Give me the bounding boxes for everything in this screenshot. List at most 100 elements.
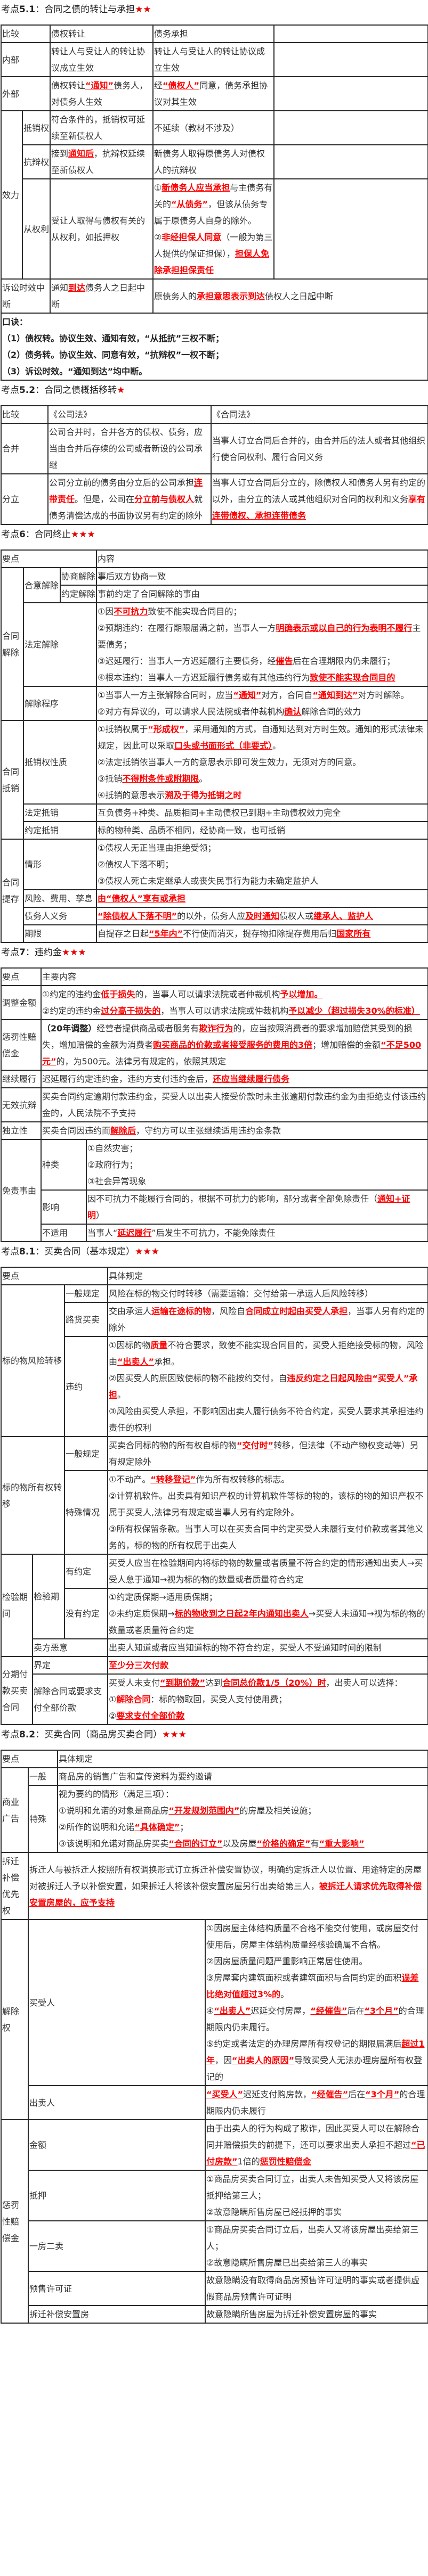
table-cell: 买受人未支付“到期价款”达到合同总价款1/5（20%）时，出卖人可以选择： ①解除…: [107, 1673, 428, 1725]
highlight-text: “通知到达”: [312, 690, 358, 700]
plain-text: ①商品房买卖合同订立，出卖人未告知买受人又将该房屋抵押给第三人；: [206, 2174, 419, 2201]
text-line: ①因不可抗力致使不能实现合同目的；: [98, 603, 427, 620]
plain-text: 免责事由: [2, 1185, 37, 1196]
plain-text: 买卖合同标的物的所有权自标的物: [109, 1440, 237, 1450]
table-cell: 没有约定: [63, 1588, 109, 1639]
text-line: 合并: [2, 440, 47, 457]
plain-text: ①商品房买卖合同订立后，出卖人又将该房屋出卖给第三人；: [206, 2225, 419, 2251]
table-cell: 分期付款买卖合同: [1, 1656, 33, 1725]
plain-text: 后在: [347, 2006, 365, 2016]
plain-text: ②约定的违约金: [42, 1006, 101, 1016]
plain-text: 不行使而消灭，提存物扣除提存费用后归: [183, 929, 337, 939]
text-line: 事前约定了合同解除的事由: [98, 586, 427, 602]
text-line: 标的物风险转移: [2, 1352, 63, 1369]
table-cell: [273, 76, 428, 111]
text-line: 特殊: [29, 1811, 56, 1827]
text-line: ②要求支付全部价款: [109, 1708, 427, 1724]
text-line: 标的物种类、品质不相同，经协商一致，也可抵销: [98, 822, 427, 839]
text-line: 公司合并时，合并各方的债权、债务，应当由合并后存续的公司或者新设的公司承继: [49, 424, 210, 473]
highlight-text: 欺诈行为: [199, 1023, 233, 1033]
plain-text: ②因房屋质量问题严重影响正常居住使用。: [206, 1956, 368, 1966]
plain-text: 的以外，债务人应: [177, 911, 246, 921]
text-line: 特殊情况: [66, 1504, 107, 1521]
plain-text: 标的物所有权转移: [2, 1482, 62, 1509]
table-cell: 抗辩权: [21, 144, 51, 179]
text-line: 接到通知后，抗辩权延续至新债权人: [51, 145, 152, 178]
table-cell: 交由承运人运输在途标的物，风险自合同成立时起由买受人承担，当事人另有约定的除外: [107, 1302, 428, 1337]
table-cell: 一房二卖: [27, 2220, 206, 2272]
text-line: ②所作的说明和允诺“具体确定”；: [59, 1819, 427, 1835]
table-cell: 商业广告: [1, 1767, 29, 1853]
plain-text: ①说明和允诺的对象是商品房: [59, 1806, 169, 1816]
section-table: 要点 具体规定 商业广告 一般 商品房的销售广告和宣传资料为要约邀请 特殊 视为要约的情形（…: [0, 1750, 428, 2324]
table-row: 不适用 当事人“延迟履行”后发生不可抗力，不能免除责任: [1, 1224, 428, 1242]
table-cell: 抵销权: [21, 110, 51, 145]
plain-text: 以及房屋: [222, 1839, 257, 1849]
plain-text: 公司合并时，合并各方的债权、债务，应当由合并后存续的公司或者新设的公司承继: [49, 427, 203, 470]
table-cell: 情形: [22, 839, 98, 890]
plain-text: 要点: [2, 1271, 20, 1281]
highlight-text: 确认: [284, 707, 302, 717]
plain-text: 买受人未支付: [109, 1678, 160, 1688]
plain-text: ②法定抵销依当事人一方的意思表示即可发生效力，无须对方的同意。: [98, 757, 361, 767]
highlight-text: 解除后: [110, 1126, 136, 1136]
heading-number: 7: [19, 947, 26, 958]
bold-text: （20年调整）: [42, 1023, 97, 1033]
text-line: ②因买受人的原因致使标的物不能按约交付，自违反约定之日起风险由“买受人”承担。: [109, 1370, 427, 1403]
table-cell: 法定抵销: [22, 803, 98, 822]
header-cell: 具体规定: [57, 1750, 428, 1768]
text-line: 故意隐瞒没有取得商品房预售许可证明的事实或者提供虚假商品房预售许可证明: [206, 2272, 427, 2305]
table-cell: 一般规定: [63, 1284, 109, 1303]
plain-text: 一般: [29, 1771, 47, 1782]
table-cell: 从权利: [21, 178, 51, 280]
plain-text: 法定解除: [25, 639, 59, 650]
text-line: ③社会异常现象: [87, 1173, 427, 1189]
plain-text: 抵销权性质: [25, 757, 68, 767]
text-line: 路货买卖: [66, 1311, 107, 1328]
heading-label: 考点: [1, 529, 19, 540]
text-line: 债权转让: [51, 26, 152, 42]
text-line: 抵押: [29, 2187, 204, 2204]
plain-text: ①约定的违约金: [42, 989, 101, 999]
highlight-text: 不可抗力: [114, 606, 148, 617]
plain-text: ②对方有异议的，可以请求人民法院或者仲裁机构: [98, 707, 285, 717]
text-line: （2）债务转。协议生效、同意有效，“抗辩权”一权不断；: [2, 347, 427, 363]
plain-text: 抵销权: [23, 122, 50, 133]
text-line: 期限: [25, 925, 95, 942]
heading-label: 考点: [1, 947, 19, 958]
text-line: ②因房屋质量问题严重影响正常居住使用。: [206, 1953, 427, 1970]
text-line: （1）债权转。协议生效、通知有效，“从抵抗”三权不断；: [2, 330, 427, 347]
table-cell: 外部: [0, 76, 51, 111]
table-cell: 拆迁补偿安置房: [27, 2305, 206, 2324]
plain-text: 有: [310, 1839, 319, 1849]
highlight-text: 明确表示或以自己的行为表明不履行: [276, 623, 413, 633]
highlight-text: “出卖人的原因”: [232, 2055, 295, 2065]
plain-text: ，因: [215, 2055, 232, 2065]
plain-text: 达到: [205, 1678, 223, 1688]
text-line: 诉讼时效中断: [2, 280, 49, 313]
text-line: ②非经担保人同意（一般为第三人提供的保证担保），担保人免除承担担保责任: [154, 229, 273, 278]
section-table: 比较 债权转让 债务承担 内部 转让人与受让人的转让协议成立生效 转让人与受让人的转让协议…: [0, 24, 428, 381]
plain-text: 解除程序: [25, 698, 59, 709]
table-cell: 债权转让“通知”债务人，对债务人生效: [50, 76, 154, 111]
text-line: 不适用: [42, 1225, 85, 1241]
table-cell: ①商品房买卖合同订立后，出卖人又将该房屋出卖给第三人； ②故意隐瞒所售房屋已出卖给…: [205, 2220, 428, 2272]
table-row: 外部 债权转让“通知”债务人，对债务人生效 经“债权人”同意，债务承担协议对其生效: [0, 76, 428, 111]
table-header-row: 要点 内容: [0, 549, 428, 568]
plain-text: 承担。: [154, 1357, 180, 1367]
plain-text: 自提存之日起: [98, 929, 149, 939]
table-cell: ①约定的违约金低于损失的，当事人可以请求法院或者仲裁机构予以增加。 ②约定的违约金…: [40, 985, 428, 1020]
highlight-text: “交付时”: [237, 1440, 274, 1450]
plain-text: 转让人与受让人的转让协议成立生效: [51, 46, 146, 73]
plain-text: ①因标的物: [109, 1340, 151, 1350]
table-cell: 协商解除: [59, 567, 98, 586]
plain-text: 标的物风险转移: [2, 1356, 62, 1366]
plain-text: 买卖合同约定逾期付款违约金，买受人以出卖人接受价款时未主张逾期付款违约金为由拒绝…: [42, 1092, 426, 1118]
table-cell: 事前约定了合同解除的事由: [96, 585, 428, 603]
text-line: ②故意隐瞒所售房屋已出卖给第三人的事实: [206, 2254, 427, 2271]
plain-text: 出卖人知道或者应当知道标的物不符合约定，买受人不受通知时间的限制: [109, 1643, 382, 1653]
table-cell: 界定: [31, 1656, 109, 1675]
text-line: ②预期违约：在履行期限届满之前，当事人一方明确表示或以自己的行为表明不履行主要债…: [98, 620, 427, 653]
plain-text: ①不动产。: [109, 1474, 151, 1484]
plain-text: 转让人与受让人的转让协议成立生效: [154, 46, 265, 73]
